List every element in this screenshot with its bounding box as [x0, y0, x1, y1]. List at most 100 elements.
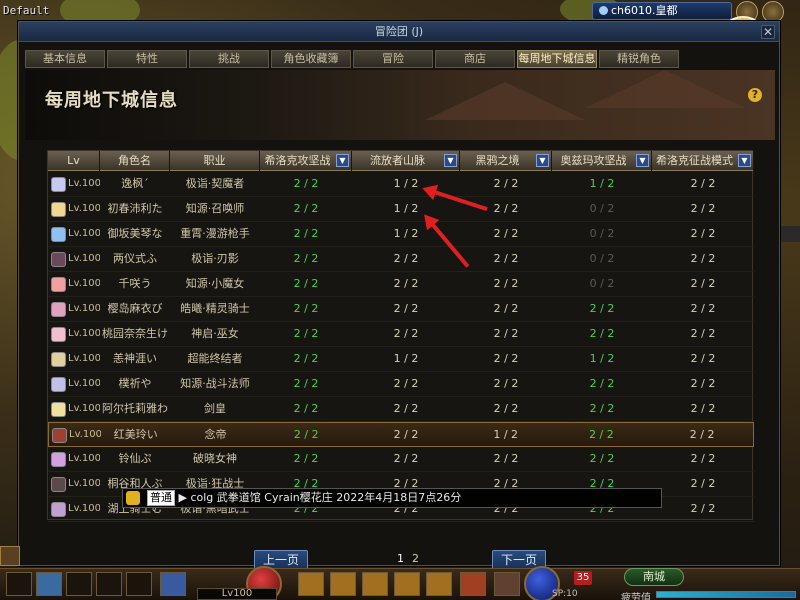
clear-count-cell: 0 / 2 — [589, 277, 615, 290]
level-text: Lv.100 — [68, 328, 100, 339]
clear-count-cell: 2 / 2 — [690, 477, 716, 490]
character-name: 阿尔托莉雅わ — [102, 402, 168, 415]
tab-adventure[interactable]: 冒险 — [353, 50, 433, 68]
quest-icon[interactable] — [0, 546, 20, 566]
table-row[interactable]: Lv.100 铃仙ぷ 破晓女神 2 / 2 2 / 2 2 / 2 2 / 2 2 / 2 — [48, 447, 754, 472]
column-header-label: 黑鸦之境 — [475, 154, 520, 167]
level-cell: Lv.100 — [48, 497, 100, 521]
clear-count-cell: 2 / 2 — [293, 352, 319, 365]
tab-character-collection[interactable]: 角色收藏簿 — [271, 50, 351, 68]
table-row[interactable]: Lv.100 桃园奈奈生け 神启·巫女 2 / 2 2 / 2 2 / 2 2 / 2 2 /… — [48, 322, 754, 347]
skill-slot[interactable] — [460, 572, 486, 596]
dropdown-icon[interactable]: ▼ — [738, 154, 751, 167]
avatar — [51, 451, 66, 467]
banner-decoration — [425, 82, 585, 120]
tab-traits[interactable]: 特性 — [107, 50, 187, 68]
character-name: 御坂美琴な — [107, 227, 163, 240]
level-text: Lv.100 — [68, 303, 100, 314]
table-row[interactable]: Lv.100 两仪式ふ 极诣·刃影 2 / 2 2 / 2 2 / 2 0 / 2 2 / 2 — [48, 247, 754, 272]
clear-count-cell: 2 / 2 — [393, 302, 419, 315]
column-header[interactable]: 流放者山脉 ▼ — [352, 151, 460, 171]
tab-shop[interactable]: 商店 — [435, 50, 515, 68]
clear-count-cell: 2 / 2 — [689, 428, 715, 441]
tab-weekly-dungeon[interactable]: 每周地下城信息 — [517, 50, 597, 68]
table-row[interactable]: Lv.100 初春沛利た 知源·召唤师 2 / 2 1 / 2 2 / 2 0 / 2 2 /… — [48, 197, 754, 222]
dungeon-table: Lv 角色名 职业 希洛克攻坚战 ▼ 流放者山脉 ▼ 黑鸦之境 ▼ 奥兹玛攻坚战 ▼ 希洛克征战模式 ▼… — [47, 150, 754, 522]
level-display: Lv100 — [197, 588, 277, 600]
chat-message-text: colg 武拳道馆 Cyrain樱花庄 2022年4月18日7点26分 — [190, 491, 462, 504]
skill-slot[interactable] — [394, 572, 420, 596]
clear-count-cell: 2 / 2 — [393, 428, 419, 441]
fatigue-bar — [656, 591, 796, 598]
clear-count-cell: 2 / 2 — [293, 402, 319, 415]
clear-count-cell: 0 / 2 — [589, 227, 615, 240]
dropdown-icon[interactable]: ▼ — [336, 154, 349, 167]
column-header[interactable]: 奥兹玛攻坚战 ▼ — [552, 151, 652, 171]
page-number-1[interactable]: 1 — [397, 552, 404, 565]
table-header: Lv 角色名 职业 希洛克攻坚战 ▼ 流放者山脉 ▼ 黑鸦之境 ▼ 奥兹玛攻坚战 ▼ 希洛克征战模式 ▼ — [48, 151, 754, 171]
job-name: 超能终结者 — [187, 352, 243, 365]
clear-count-cell: 2 / 2 — [690, 252, 716, 265]
avatar — [51, 376, 66, 392]
skill-slot[interactable] — [426, 572, 452, 596]
skill-slot[interactable] — [298, 572, 324, 596]
clear-count-cell: 0 / 2 — [589, 202, 615, 215]
level-text: Lv.100 — [68, 253, 100, 264]
column-header[interactable]: 希洛克攻坚战 ▼ — [260, 151, 352, 171]
clear-count-cell: 2 / 2 — [393, 277, 419, 290]
table-row[interactable]: Lv.100 樱岛麻衣び 皓曦·精灵骑士 2 / 2 2 / 2 2 / 2 2 / 2 2 … — [48, 297, 754, 322]
skill-slot[interactable] — [330, 572, 356, 596]
job-name: 念帝 — [204, 428, 227, 441]
tab-elite-characters[interactable]: 精锐角色 — [599, 50, 679, 68]
avatar — [51, 226, 66, 242]
level-cell: Lv.100 — [48, 397, 100, 421]
tab-bar: 基本信息 特性 挑战 角色收藏簿 冒险 商店 每周地下城信息 精锐角色 — [25, 50, 679, 68]
level-text: Lv.100 — [68, 228, 100, 239]
skill-slot[interactable] — [36, 572, 62, 596]
job-name: 知源·召唤师 — [185, 202, 245, 215]
close-button[interactable]: ✕ — [761, 25, 775, 39]
table-row[interactable]: Lv.100 恙神涯い 超能终结者 2 / 2 1 / 2 2 / 2 1 / 2 2 / 2 — [48, 347, 754, 372]
column-header[interactable]: 黑鸦之境 ▼ — [460, 151, 552, 171]
clear-count-cell: 2 / 2 — [293, 252, 319, 265]
help-icon[interactable]: ? — [748, 88, 762, 102]
dropdown-icon[interactable]: ▼ — [444, 154, 457, 167]
clear-count-cell: 2 / 2 — [393, 327, 419, 340]
skill-slot[interactable] — [362, 572, 388, 596]
table-row[interactable]: Lv.100 千咲う 知源·小魔女 2 / 2 2 / 2 2 / 2 0 / 2 2 / 2 — [48, 272, 754, 297]
clear-count-cell: 2 / 2 — [393, 252, 419, 265]
tab-challenge[interactable]: 挑战 — [189, 50, 269, 68]
clear-count-cell: 2 / 2 — [393, 452, 419, 465]
tab-basic-info[interactable]: 基本信息 — [25, 50, 105, 68]
level-text: Lv.100 — [68, 478, 100, 489]
skill-slot[interactable] — [160, 572, 186, 596]
table-row[interactable]: Lv.100 红美玲い 念帝 2 / 2 2 / 2 1 / 2 2 / 2 2 / 2 — [48, 422, 754, 447]
table-row[interactable]: Lv.100 樸祈や 知源·战斗法师 2 / 2 2 / 2 2 / 2 2 / 2 2 / … — [48, 372, 754, 397]
column-header[interactable]: 希洛克征战模式 ▼ — [652, 151, 754, 171]
skill-slot[interactable] — [494, 572, 520, 596]
clear-count-cell: 2 / 2 — [493, 352, 519, 365]
skill-slot[interactable] — [96, 572, 122, 596]
level-cell: Lv.100 — [48, 197, 100, 221]
side-panel-tab[interactable] — [781, 226, 800, 242]
clear-count-cell: 2 / 2 — [493, 402, 519, 415]
job-name: 极诣·契魔者 — [185, 177, 245, 190]
globe-icon — [599, 6, 608, 15]
level-cell: Lv.100 — [48, 372, 100, 396]
avatar — [51, 326, 66, 342]
avatar — [52, 427, 67, 443]
window-titlebar[interactable]: 冒险团 (J) — [19, 22, 779, 42]
table-row[interactable]: Lv.100 逸枫ˊ 极诣·契魔者 2 / 21 / 22 / 21 / 22 / 2 — [48, 172, 754, 197]
table-row[interactable]: Lv.100 阿尔托莉雅わ 剑皇 2 / 2 2 / 2 2 / 2 2 / 2 2 / 2 — [48, 397, 754, 422]
settings-round-button[interactable] — [762, 1, 784, 23]
clear-count-cell: 1 / 2 — [589, 352, 615, 365]
skill-slot[interactable] — [6, 572, 32, 596]
dropdown-icon[interactable]: ▼ — [536, 154, 549, 167]
skill-slot[interactable] — [66, 572, 92, 596]
avatar — [51, 301, 66, 317]
dropdown-icon[interactable]: ▼ — [636, 154, 649, 167]
channel-button[interactable]: 南城 — [624, 568, 684, 586]
page-number-2[interactable]: 2 — [412, 552, 419, 565]
skill-slot[interactable] — [126, 572, 152, 596]
table-row[interactable]: Lv.100 御坂美琴な 重霄·漫游枪手 2 / 21 / 22 / 20 / 22 … — [48, 222, 754, 247]
